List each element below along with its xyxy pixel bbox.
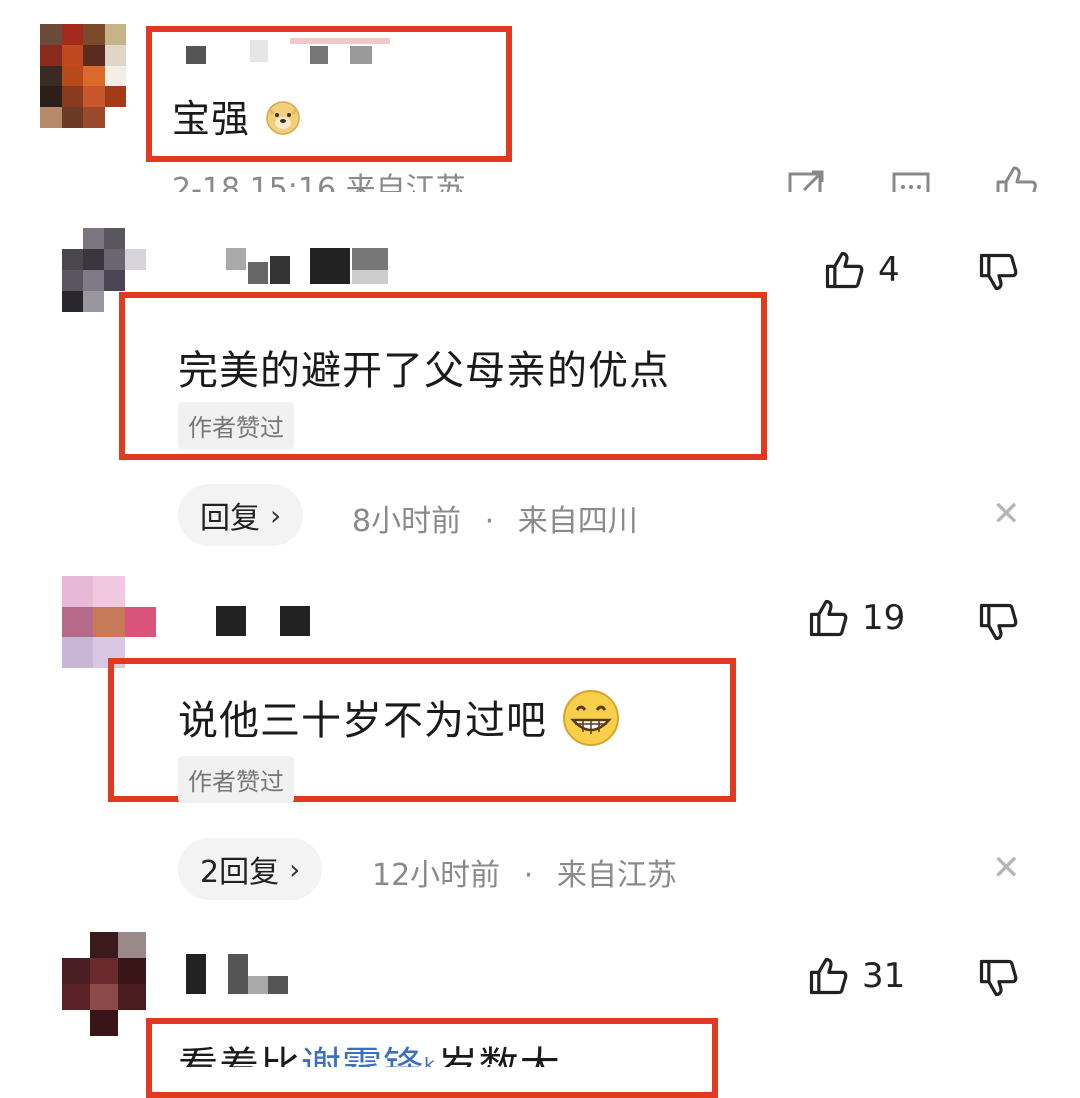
thumbs-up-icon xyxy=(809,957,848,995)
reply-label: 回复 xyxy=(200,501,260,536)
comment-meta: 2-18 15:16 来自江苏 xyxy=(172,172,466,192)
grin-emoji-icon xyxy=(561,688,621,758)
close-icon[interactable]: ✕ xyxy=(992,848,1021,888)
dislike-button[interactable] xyxy=(976,250,1020,298)
comment-text: 完美的避开了父母亲的优点 xyxy=(178,348,670,394)
doge-emoji-icon xyxy=(263,97,303,146)
comment-location: 来自四川 xyxy=(517,504,638,539)
comment-location: 来自江苏 xyxy=(556,858,677,893)
like-count: 19 xyxy=(862,598,906,638)
mention-tag-icon: ᵏ xyxy=(424,1053,438,1067)
avatar[interactable] xyxy=(40,24,126,128)
author-liked-badge: 作者赞过 xyxy=(178,402,294,449)
thumbs-up-icon xyxy=(809,599,848,637)
thumbs-down-icon xyxy=(979,603,1018,641)
comment-text: 说他三十岁不为过吧 xyxy=(178,688,621,758)
like-count: 31 xyxy=(862,956,906,996)
comment-text: 宝强 xyxy=(172,88,303,146)
reply-label: 2回复 xyxy=(200,855,280,890)
comment-time: 8小时前 xyxy=(352,504,462,539)
reply-button[interactable]: 回复 › xyxy=(178,484,304,546)
author-liked-badge: 作者赞过 xyxy=(178,756,294,803)
thumbs-down-icon xyxy=(979,253,1018,291)
comment-text: 看着比谢霆锋ᵏ岁数大 xyxy=(178,1038,561,1067)
chevron-right-icon: › xyxy=(289,852,301,886)
meta-separator: · xyxy=(523,858,534,893)
comment-time: 12小时前 xyxy=(372,858,501,893)
share-icon[interactable] xyxy=(786,168,828,192)
comment-meta: 8小时前 · 来自四川 xyxy=(352,496,638,540)
meta-separator: · xyxy=(484,504,495,539)
avatar[interactable] xyxy=(62,576,156,668)
avatar[interactable] xyxy=(62,932,146,1036)
dislike-button[interactable] xyxy=(976,600,1020,648)
like-button[interactable]: 19 xyxy=(806,596,905,640)
like-button[interactable]: 31 xyxy=(806,954,905,998)
mention-link[interactable]: 谢霆锋 xyxy=(301,1044,424,1067)
thumbs-up-icon[interactable] xyxy=(992,162,1040,192)
comment-meta: 12小时前 · 来自江苏 xyxy=(372,850,677,894)
like-button[interactable]: 4 xyxy=(822,248,900,292)
comment-icon[interactable] xyxy=(890,168,932,192)
reply-button[interactable]: 2回复 › xyxy=(178,838,323,900)
dislike-button[interactable] xyxy=(976,956,1020,1004)
like-count: 4 xyxy=(878,250,900,290)
close-icon[interactable]: ✕ xyxy=(992,494,1021,534)
chevron-right-icon: › xyxy=(270,498,282,532)
thumbs-up-icon xyxy=(825,251,864,289)
thumbs-down-icon xyxy=(979,959,1018,997)
